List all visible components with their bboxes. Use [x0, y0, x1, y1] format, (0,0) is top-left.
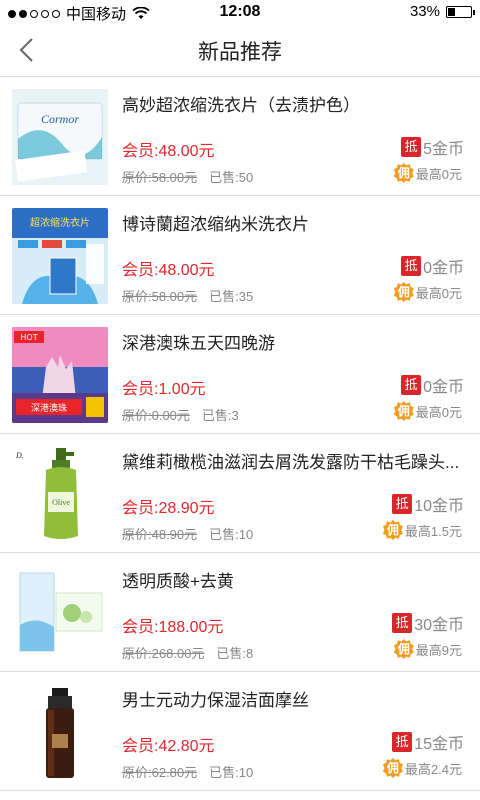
product-item[interactable]: 透明质酸+去黄 会员:188.00元 原价:268.00元 已售:8 抵 30金币… — [0, 553, 480, 672]
commission-badge-icon: 佣 — [393, 163, 414, 183]
product-list: Cormor 高妙超浓缩洗衣片（去渍护色） 会员:48.00元 原价:58.00… — [0, 77, 480, 791]
deduct-badge-icon: 抵 — [401, 137, 422, 157]
commission-amount: 最高2.4元 — [404, 761, 462, 777]
sold-count: 已售:10 — [209, 527, 254, 542]
product-thumbnail-nano-detergent: 超浓缩洗衣片 — [12, 208, 108, 304]
original-price: 原价:58.00元 — [122, 289, 198, 304]
svg-text:深港澳珠: 深港澳珠 — [31, 402, 67, 414]
price-line: 原价:58.00元 已售:35 — [122, 286, 253, 305]
member-price: 会员:48.00元 — [122, 262, 215, 279]
original-price: 原价:48.90元 — [122, 527, 198, 542]
commission-amount: 最高0元 — [415, 285, 462, 301]
deduct-badge-icon: 抵 — [401, 256, 422, 276]
coin-deduction: 抵 5金币 — [401, 135, 464, 159]
battery-area: 33% — [409, 3, 475, 20]
product-name: 男士元动力保湿洁面摩丝 — [122, 691, 309, 710]
nav-bar: 新品推荐 — [0, 24, 480, 77]
product-thumbnail-hyaluronic-mask — [12, 565, 108, 661]
coin-amount: 30金币 — [414, 617, 464, 634]
commission-badge-icon: 佣 — [382, 758, 403, 778]
commission-badge-icon: 佣 — [393, 639, 414, 659]
product-item[interactable]: D. Olive 黛维莉橄榄油滋润去屑洗发露防干枯毛躁头... 会员:28.90… — [0, 434, 480, 553]
sold-count: 已售:50 — [209, 170, 254, 185]
svg-text:Cormor: Cormor — [41, 112, 79, 126]
sold-count: 已售:8 — [216, 646, 254, 661]
coin-deduction: 抵 0金币 — [401, 373, 464, 397]
commission-badge-icon: 佣 — [382, 520, 403, 540]
original-price: 原价:58.00元 — [122, 170, 198, 185]
sold-count: 已售:10 — [209, 765, 254, 780]
coin-deduction: 抵 30金币 — [392, 611, 464, 635]
coin-deduction: 抵 0金币 — [401, 254, 464, 278]
commission-amount: 最高1.5元 — [404, 523, 462, 539]
deduct-badge-icon: 抵 — [401, 375, 422, 395]
deduct-badge-icon: 抵 — [392, 613, 413, 633]
product-name: 透明质酸+去黄 — [122, 572, 234, 591]
price-line: 原价:62.80元 已售:10 — [122, 762, 253, 781]
coin-amount: 5金币 — [423, 141, 464, 158]
price-line: 原价:268.00元 已售:8 — [122, 643, 253, 662]
product-item[interactable]: HOT 深港澳珠 深港澳珠五天四晚游 会员:1.00元 原价:0.00元 已售:3… — [0, 315, 480, 434]
member-price: 会员:188.00元 — [122, 619, 224, 636]
commission-amount: 最高0元 — [415, 404, 462, 420]
product-name: 黛维莉橄榄油滋润去屑洗发露防干枯毛躁头... — [122, 453, 460, 472]
page-title: 新品推荐 — [198, 41, 282, 64]
member-price: 会员:28.90元 — [122, 500, 215, 517]
sold-count: 已售:35 — [209, 289, 254, 304]
coin-amount: 0金币 — [423, 260, 464, 277]
commission: 佣 最高1.5元 — [382, 520, 462, 540]
clock: 12:08 — [219, 3, 261, 20]
coin-amount: 0金币 — [423, 379, 464, 396]
coin-amount: 15金币 — [414, 736, 464, 753]
member-price: 会员:1.00元 — [122, 381, 206, 398]
coin-amount: 10金币 — [414, 498, 464, 515]
commission-amount: 最高9元 — [415, 642, 462, 658]
product-thumbnail-detergent-sheets: Cormor — [12, 89, 108, 185]
commission-badge-icon: 佣 — [393, 282, 414, 302]
svg-text:Olive: Olive — [52, 498, 70, 507]
sold-count: 已售:3 — [201, 408, 239, 423]
battery-icon — [446, 5, 475, 18]
commission: 佣 最高9元 — [393, 639, 462, 659]
product-item[interactable]: 超浓缩洗衣片 博诗蘭超浓缩纳米洗衣片 会员:48.00元 原价:58.00元 已售… — [0, 196, 480, 315]
svg-text:D.: D. — [15, 451, 24, 460]
svg-text:超浓缩洗衣片: 超浓缩洗衣片 — [30, 216, 90, 229]
product-name: 高妙超浓缩洗衣片（去渍护色） — [122, 96, 360, 115]
deduct-badge-icon: 抵 — [392, 732, 413, 752]
price-line: 原价:58.00元 已售:50 — [122, 167, 253, 186]
coin-deduction: 抵 10金币 — [392, 492, 464, 516]
product-name: 深港澳珠五天四晚游 — [122, 334, 275, 353]
product-item[interactable]: 男士元动力保湿洁面摩丝 会员:42.80元 原价:62.80元 已售:10 抵 1… — [0, 672, 480, 791]
commission: 佣 最高0元 — [393, 282, 462, 302]
original-price: 原价:62.80元 — [122, 765, 198, 780]
product-thumbnail-olive-shampoo: D. Olive — [12, 446, 108, 542]
member-price: 会员:42.80元 — [122, 738, 215, 755]
product-thumbnail-travel-package: HOT 深港澳珠 — [12, 327, 108, 423]
product-thumbnail-facial-mousse — [12, 684, 108, 780]
original-price: 原价:268.00元 — [122, 646, 205, 661]
commission-amount: 最高0元 — [415, 166, 462, 182]
commission-badge-icon: 佣 — [393, 401, 414, 421]
commission: 佣 最高2.4元 — [382, 758, 462, 778]
product-item[interactable]: Cormor 高妙超浓缩洗衣片（去渍护色） 会员:48.00元 原价:58.00… — [0, 77, 480, 196]
price-line: 原价:0.00元 已售:3 — [122, 405, 239, 424]
status-bar: 中国移动 12:08 33% — [0, 0, 480, 24]
battery-percent: 33% — [409, 3, 440, 20]
deduct-badge-icon: 抵 — [392, 494, 413, 514]
original-price: 原价:0.00元 — [122, 408, 190, 423]
commission: 佣 最高0元 — [393, 401, 462, 421]
member-price: 会员:48.00元 — [122, 143, 215, 160]
commission: 佣 最高0元 — [393, 163, 462, 183]
coin-deduction: 抵 15金币 — [392, 730, 464, 754]
price-line: 原价:48.90元 已售:10 — [122, 524, 253, 543]
svg-text:HOT: HOT — [20, 333, 37, 342]
product-name: 博诗蘭超浓缩纳米洗衣片 — [122, 215, 309, 234]
